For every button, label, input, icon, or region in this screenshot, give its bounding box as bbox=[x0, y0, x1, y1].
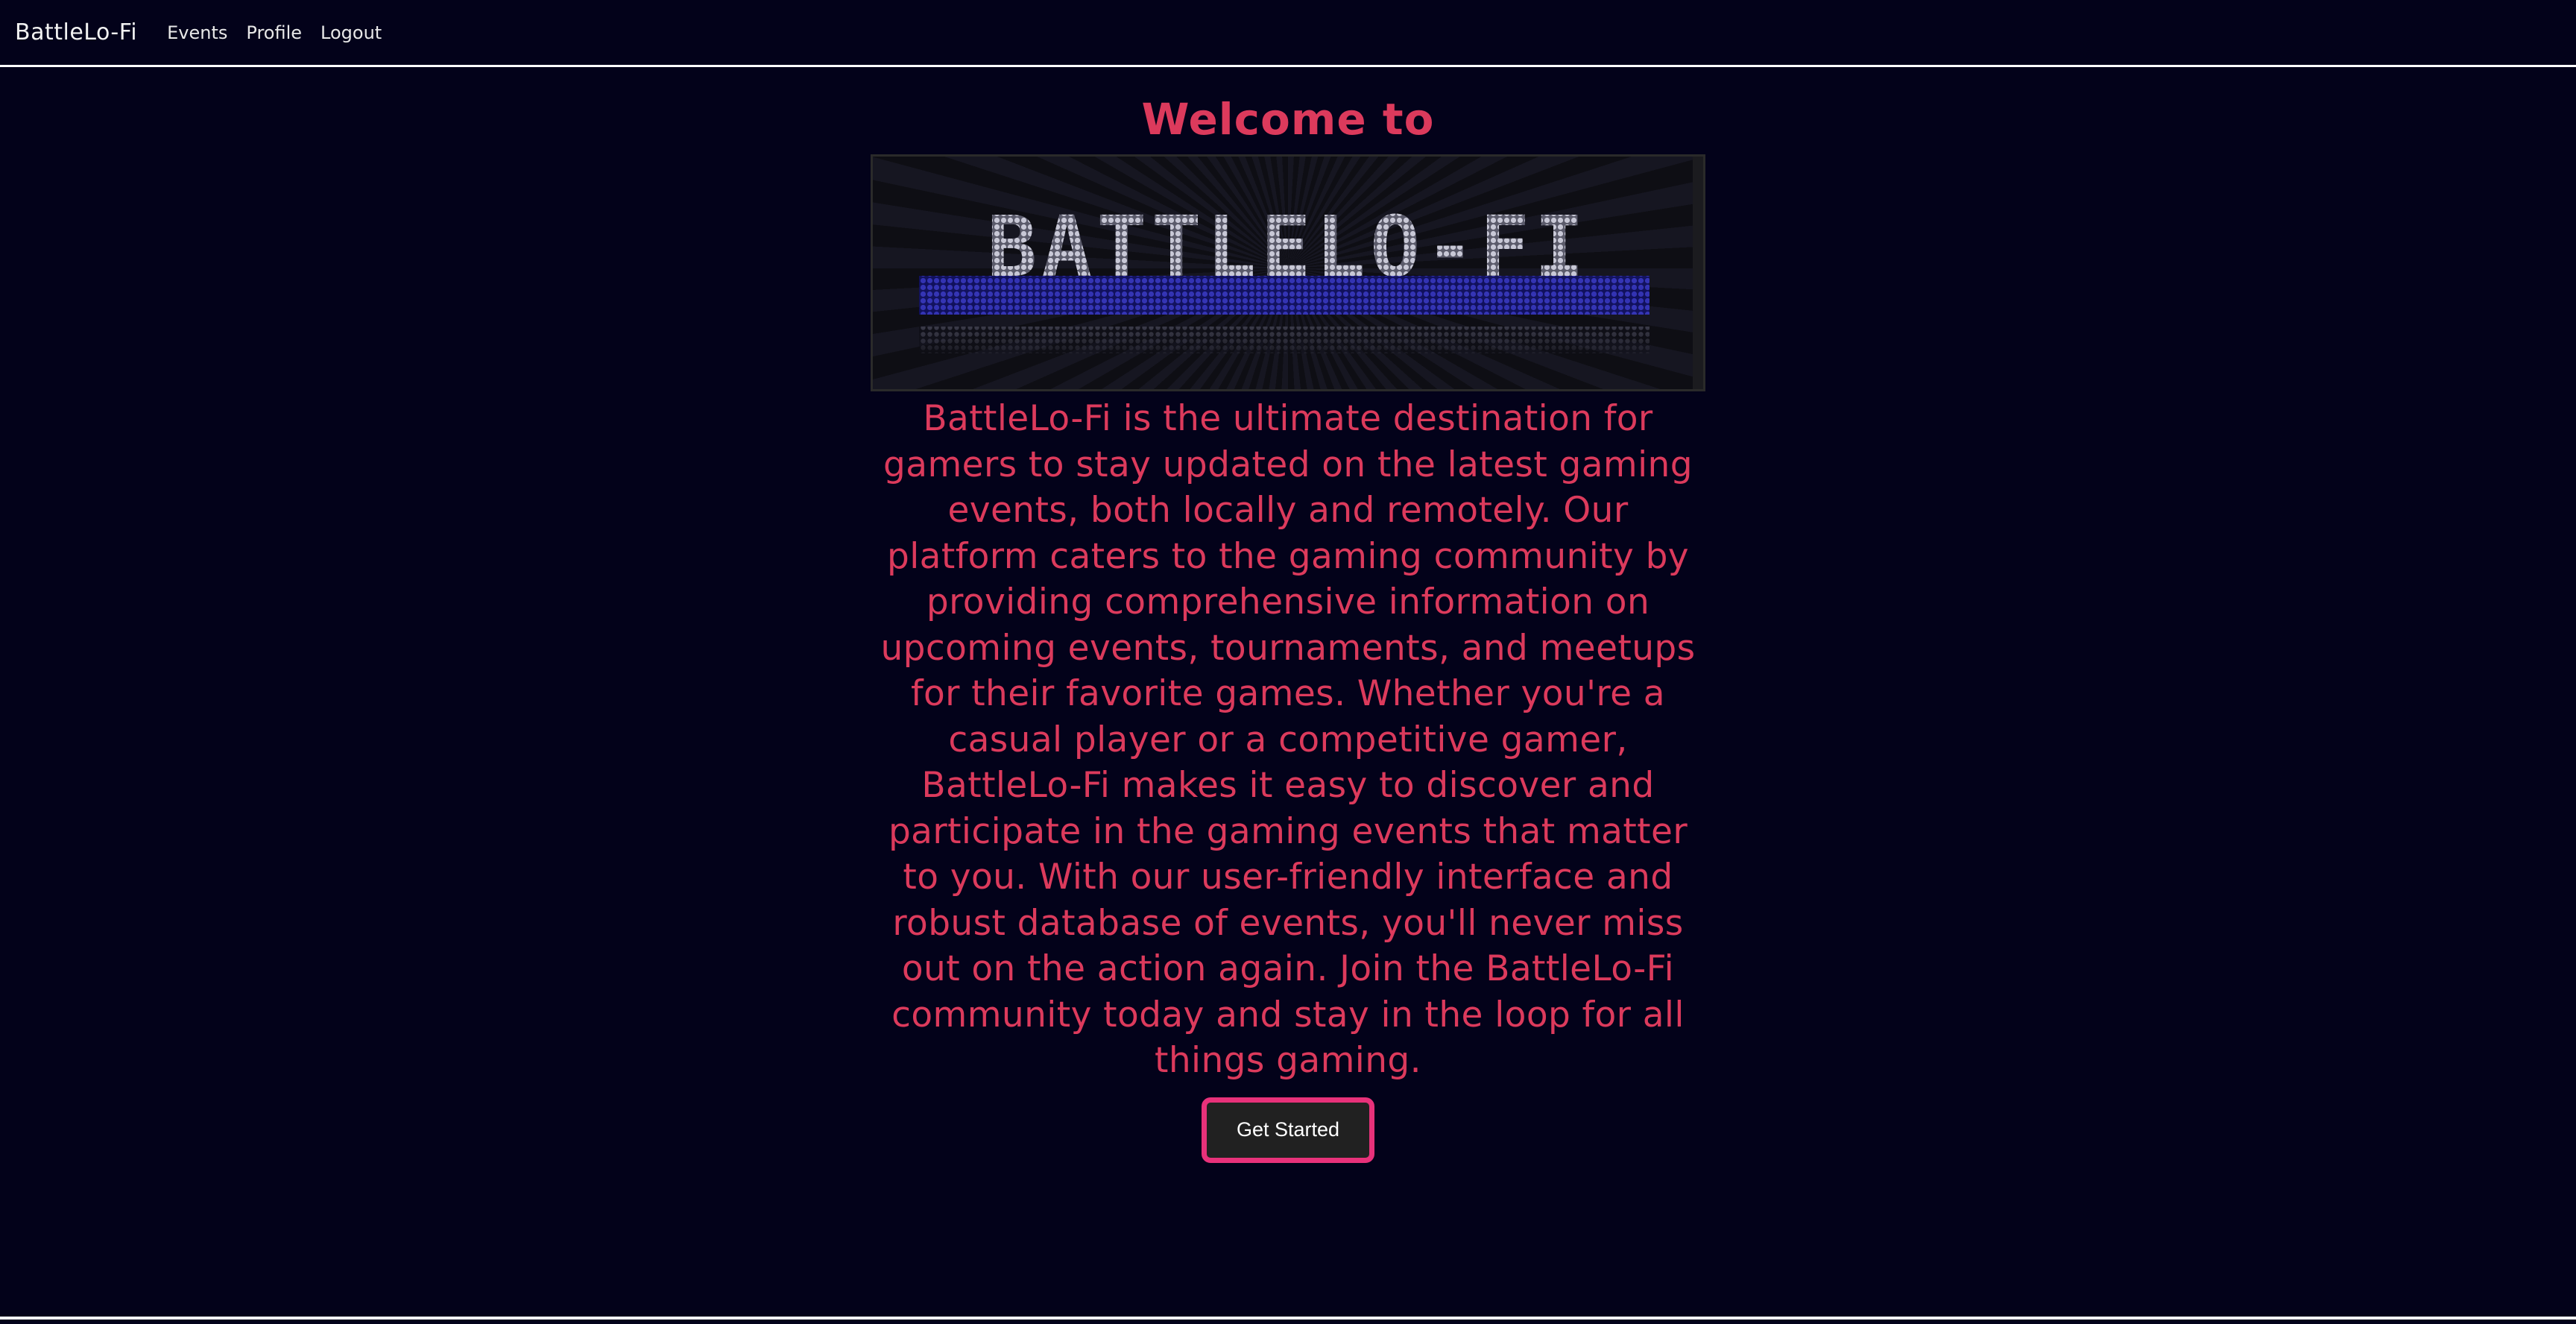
navbar: BattleLo-Fi Events Profile Logout bbox=[0, 0, 2576, 67]
footer-divider bbox=[0, 1317, 2576, 1320]
nav-link-profile[interactable]: Profile bbox=[246, 22, 302, 43]
brand-link[interactable]: BattleLo-Fi bbox=[15, 19, 137, 45]
nav-link-logout[interactable]: Logout bbox=[321, 22, 382, 43]
logo-art: BATTLELO-FI bbox=[919, 199, 1650, 353]
get-started-button[interactable]: Get Started bbox=[1202, 1097, 1374, 1163]
description-paragraph: BattleLo-Fi is the ultimate destination … bbox=[880, 398, 1696, 1081]
nav-link-events[interactable]: Events bbox=[167, 22, 227, 43]
main-content: Welcome to BATTLELO-FI BattleLo-Fi is th… bbox=[0, 69, 2576, 1163]
battlelofi-logo-image: BATTLELO-FI bbox=[871, 154, 1705, 391]
welcome-heading: Welcome to bbox=[1141, 94, 1435, 145]
page: BattleLo-Fi Events Profile Logout Welcom… bbox=[0, 0, 2576, 1324]
